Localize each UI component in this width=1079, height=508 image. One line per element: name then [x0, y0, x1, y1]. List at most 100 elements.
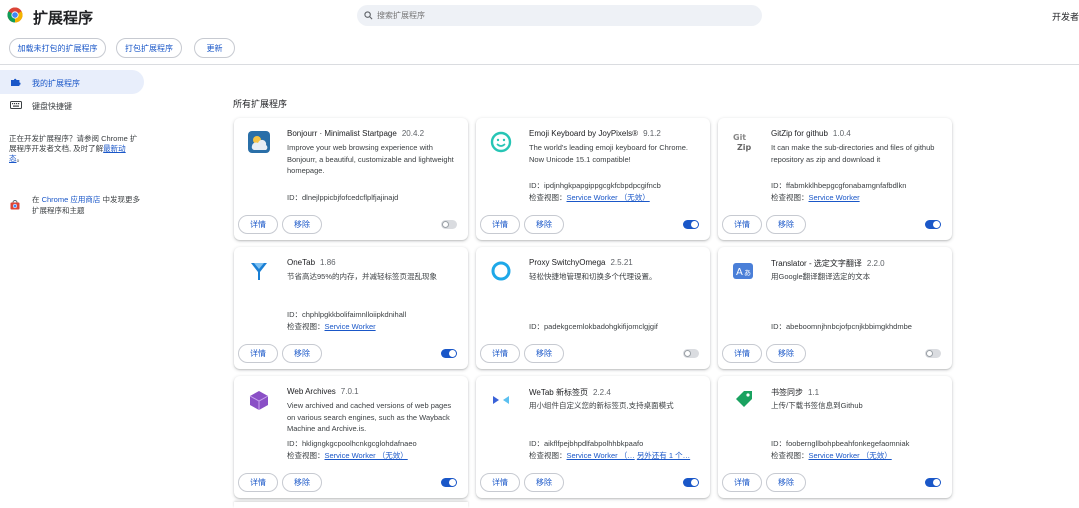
- service-worker-link[interactable]: Service Worker: [325, 322, 376, 331]
- remove-button[interactable]: 移除: [766, 215, 806, 234]
- remove-button[interactable]: 移除: [524, 215, 564, 234]
- web-store-note: 在 Chrome 应用商店 中发现更多扩展程序和主题: [32, 195, 140, 215]
- details-button[interactable]: 详情: [238, 344, 278, 363]
- toggle-knob: [684, 350, 691, 357]
- extension-description: Improve your web browsing experience wit…: [287, 143, 454, 175]
- extension-version: 2.2.4: [592, 388, 611, 397]
- extension-id: ID：aikflfpejbhpdlfabpolhhbkpaafo: [529, 439, 644, 448]
- service-worker-link[interactable]: Service Worker: [809, 193, 860, 202]
- keyboard-icon: [10, 101, 22, 109]
- toggle-knob: [449, 479, 456, 486]
- toggle-knob: [691, 221, 698, 228]
- details-button[interactable]: 详情: [480, 473, 520, 492]
- service-worker-link[interactable]: Service Worker （无效）: [809, 451, 892, 460]
- extension-card: Proxy SwitchyOmega 2.5.21 轻松快捷地管理和切换多个代理设置…: [476, 247, 710, 369]
- enable-toggle[interactable]: [683, 478, 699, 487]
- details-button[interactable]: 详情: [722, 344, 762, 363]
- enable-toggle[interactable]: [925, 220, 941, 229]
- pack-extension-button[interactable]: 打包扩展程序: [116, 38, 182, 58]
- extension-card: 书签同步 1.1 上传/下载书签信息到Github ID：fooberngllbohp…: [718, 376, 952, 498]
- enable-toggle[interactable]: [441, 349, 457, 358]
- enable-toggle[interactable]: [683, 349, 699, 358]
- details-button[interactable]: 详情: [480, 344, 520, 363]
- extension-card: WeTab 新标签页 2.2.4 用小组件自定义您的新标签页,支持桌面模式 ID：ai…: [476, 376, 710, 498]
- enable-toggle[interactable]: [441, 220, 457, 229]
- service-worker-link[interactable]: Service Worker （…: [567, 451, 635, 460]
- toggle-knob: [449, 350, 456, 357]
- extension-card: Bonjourr · Minimalist Startpage 20.4.2 Imp…: [234, 118, 468, 240]
- enable-toggle[interactable]: [925, 478, 941, 487]
- extension-description: The world's leading emoji keyboard for C…: [529, 143, 689, 164]
- extension-description: It can make the sub-directories and file…: [771, 143, 935, 164]
- toggle-knob: [933, 221, 940, 228]
- inspect-views: 检查视图：Service Worker （无效）: [529, 193, 650, 202]
- details-button[interactable]: 详情: [722, 215, 762, 234]
- update-button[interactable]: 更新: [194, 38, 235, 58]
- extension-version: 20.4.2: [401, 129, 425, 138]
- inspect-views: 检查视图：Service Worker: [287, 322, 376, 331]
- svg-text:Git: Git: [733, 133, 746, 142]
- remove-button[interactable]: 移除: [282, 215, 322, 234]
- remove-button[interactable]: 移除: [524, 473, 564, 492]
- onetab-icon: [248, 260, 270, 282]
- switchyomega-icon: [490, 260, 512, 282]
- section-title: 所有扩展程序: [233, 99, 288, 109]
- extension-version: 9.1.2: [643, 129, 661, 138]
- extension-card: A あ Translator - 选定文字翻译 2.2.0 用Google翻译翻译选定的…: [718, 247, 952, 369]
- remove-button[interactable]: 移除: [766, 344, 806, 363]
- developer-mode-label[interactable]: 开发者: [1052, 10, 1079, 23]
- chrome-logo-icon: [7, 7, 23, 23]
- extension-card: Web Archives 7.0.1 View archived and cache…: [234, 376, 468, 498]
- translator-icon: Aあ: [732, 260, 754, 282]
- extension-name: OneTab 1.86: [287, 258, 336, 267]
- extension-description: 用小组件自定义您的新标签页,支持桌面模式: [529, 401, 674, 410]
- extension-card: Git Zip GitZip for github 1.0.4 It can make …: [718, 118, 952, 240]
- inspect-views: 检查视图：Service Worker （无效）: [771, 451, 892, 460]
- svg-text:A: A: [736, 267, 743, 278]
- inspect-views: 检查视图：Service Worker （… 另外还有 1 个…: [529, 451, 691, 460]
- top-bar: 扩展程序 开发者: [0, 0, 1079, 32]
- extension-version: 1.86: [320, 258, 336, 267]
- action-toolbar: 加载未打包的扩展程序 打包扩展程序 更新: [0, 37, 1079, 65]
- next-card-edge: [234, 502, 468, 508]
- enable-toggle[interactable]: [683, 220, 699, 229]
- search-input[interactable]: [377, 11, 737, 20]
- details-button[interactable]: 详情: [722, 473, 762, 492]
- enable-toggle[interactable]: [441, 478, 457, 487]
- extension-id: ID：ffabmkklhbepgcgfonabamgnfafbdlkn: [771, 181, 907, 190]
- extension-id: ID：padekgcemlokbadohgkifijomclgjgif: [529, 322, 658, 331]
- wetab-icon: [490, 389, 512, 411]
- extension-name: GitZip for github 1.0.4: [771, 129, 851, 138]
- enable-toggle[interactable]: [925, 349, 941, 358]
- page-title: 扩展程序: [33, 10, 94, 27]
- bonjourr-icon: [248, 131, 270, 153]
- emoji-icon: [490, 131, 512, 153]
- remove-button[interactable]: 移除: [282, 473, 322, 492]
- details-button[interactable]: 详情: [238, 215, 278, 234]
- remove-button[interactable]: 移除: [524, 344, 564, 363]
- extension-description: 上传/下载书签信息到Github: [771, 401, 863, 410]
- service-worker-link[interactable]: Service Worker （无效）: [567, 193, 650, 202]
- extension-description: 用Google翻译翻译选定的文本: [771, 272, 871, 281]
- inspect-views: 检查视图：Service Worker: [771, 193, 860, 202]
- service-worker-link[interactable]: Service Worker （无效）: [325, 451, 408, 460]
- sidebar-item-my-extensions[interactable]: 我的扩展程序: [0, 70, 144, 94]
- search-bar[interactable]: [357, 5, 762, 26]
- web-store-link[interactable]: Chrome 应用商店: [42, 195, 101, 204]
- extension-name: WeTab 新标签页 2.2.4: [529, 388, 611, 397]
- details-button[interactable]: 详情: [238, 473, 278, 492]
- extension-id: ID：abeboomnjhnbcjofpcnjkbbimgkhdmbe: [771, 322, 912, 331]
- puzzle-icon: [11, 78, 21, 86]
- more-views-link[interactable]: 另外还有 1 个…: [637, 451, 690, 460]
- extension-name: Translator - 选定文字翻译 2.2.0: [771, 259, 885, 268]
- details-button[interactable]: 详情: [480, 215, 520, 234]
- svg-text:あ: あ: [744, 269, 751, 277]
- remove-button[interactable]: 移除: [766, 473, 806, 492]
- toggle-knob: [442, 221, 449, 228]
- remove-button[interactable]: 移除: [282, 344, 322, 363]
- search-icon: [364, 11, 373, 20]
- load-unpacked-button[interactable]: 加载未打包的扩展程序: [9, 38, 106, 58]
- toggle-knob: [933, 479, 940, 486]
- sidebar-item-label: 我的扩展程序: [32, 79, 80, 88]
- sidebar-item-keyboard-shortcuts[interactable]: 键盘快捷键: [0, 93, 144, 117]
